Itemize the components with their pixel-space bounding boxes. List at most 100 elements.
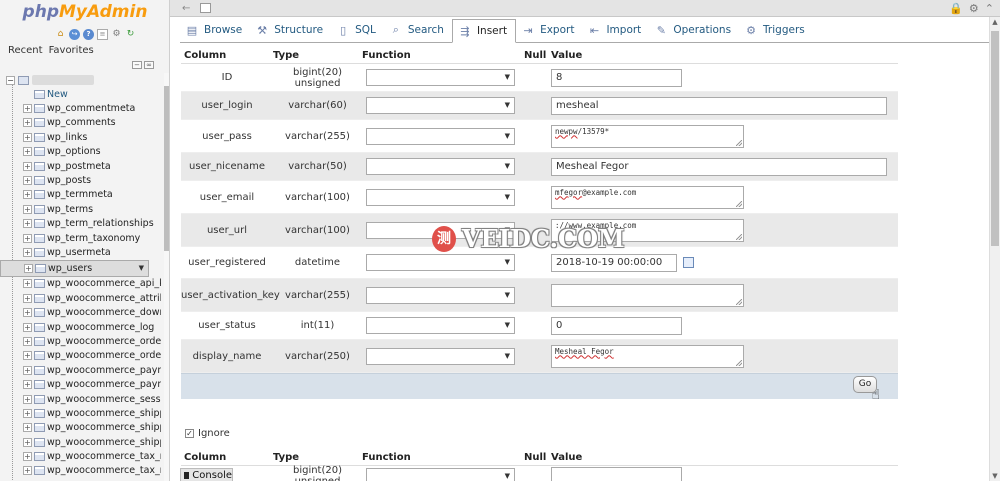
expand-icon[interactable]: + [23,104,32,114]
expand-icon[interactable]: + [23,118,32,128]
tree-item-table[interactable]: + wp_woocommerce_shippir [0,406,164,420]
function-select[interactable] [366,317,515,334]
expand-icon[interactable]: + [23,466,32,476]
tab-export[interactable]: ⇥ Export [516,18,582,42]
expand-icon[interactable]: + [23,161,32,171]
tree-item-table[interactable]: + wp_woocommerce_sessio [0,392,164,406]
expand-icon[interactable]: + [23,394,32,404]
expand-icon[interactable]: + [23,279,32,289]
tree-item-table[interactable]: + wp_woocommerce_payme [0,363,164,377]
tree-item-table[interactable]: +wp_woocommerce_downlo [0,305,164,319]
tree-item-table[interactable]: +wp_woocommerce_attribut [0,291,164,305]
scroll-up-icon[interactable]: ▲ [990,17,1000,27]
main-scrollbar[interactable]: ▲ ▼ [989,17,1000,481]
collapse-all-icon[interactable]: − [132,61,142,69]
tab-triggers[interactable]: ⚙ Triggers [739,18,813,42]
tree-item-table[interactable]: + wp_woocommerce_log [0,320,164,334]
expand-icon[interactable]: + [23,204,32,214]
tree-item-table[interactable]: + wp_woocommerce_shippir [0,435,164,449]
value-input[interactable]: Mesheal Fegor [551,157,887,176]
expand-icon[interactable]: + [23,308,32,318]
function-select[interactable] [366,467,515,481]
link-with-main-icon[interactable]: ∞ [144,61,154,69]
function-select[interactable] [366,127,515,145]
value-input[interactable]: 0 [551,316,682,335]
tree-item-new[interactable]: New [0,87,164,101]
expand-icon[interactable]: + [23,423,32,433]
console-button[interactable]: Console [180,468,233,481]
lock-icon[interactable]: 🔒 [949,2,963,15]
tree-item-table[interactable]: + wp_term_taxonomy [0,231,164,245]
expand-icon[interactable]: + [23,132,32,142]
value-textarea[interactable] [551,283,744,307]
ignore-checkbox[interactable]: ✓ [185,429,194,438]
server-icon[interactable] [200,3,211,13]
value-input[interactable] [551,467,682,481]
tree-item-table[interactable]: + wp_posts [0,173,164,187]
database-node[interactable]: − [0,73,164,87]
main-scrollbar-thumb[interactable] [991,31,999,246]
function-select[interactable] [366,254,515,271]
value-input[interactable]: 8 [551,68,682,87]
help-icon[interactable]: ? [83,29,94,40]
reload-icon[interactable]: ↻ [125,29,136,40]
expand-icon[interactable]: + [23,219,32,229]
expand-icon[interactable]: + [23,147,32,157]
function-select[interactable] [366,158,515,175]
expand-icon[interactable]: + [23,408,32,418]
tree-item-table[interactable]: + wp_woocommerce_api_ke [0,277,164,291]
expand-icon[interactable]: + [23,176,32,186]
tree-item-table[interactable]: + wp_comments [0,116,164,130]
function-select[interactable] [366,188,515,206]
tree-item-table[interactable]: + wp_postmeta [0,159,164,173]
expand-icon[interactable]: + [23,452,32,462]
tab-insert[interactable]: ⇶ Insert [451,19,517,43]
collapse-icon[interactable]: − [6,75,15,85]
tree-item-table[interactable]: + wp_termmeta [0,188,164,202]
docs-icon[interactable]: ≡ [97,29,108,40]
expand-icon[interactable]: + [23,233,32,243]
tab-browse[interactable]: ▤ Browse [180,18,250,42]
collapse-icon[interactable]: ⌃ [985,2,994,15]
tab-search[interactable]: ⌕ Search [384,18,452,42]
nav-scrollbar-thumb[interactable] [164,86,169,251]
value-input[interactable]: mesheal [551,96,887,115]
value-textarea[interactable]: mfegor@example.com [551,185,744,209]
tree-item-table[interactable]: + wp_woocommerce_tax_rat [0,464,164,478]
value-textarea[interactable]: Mesheal Fegor [551,344,744,368]
tab-structure[interactable]: ⚒ Structure [250,18,331,42]
tree-item-table[interactable]: + wp_options [0,145,164,159]
tree-item-table[interactable]: + wp_users [0,259,149,277]
phpmyadmin-logo[interactable]: phpMyAdmin [0,2,169,22]
tree-item-table[interactable]: + wp_links [0,130,164,144]
value-textarea[interactable]: newpw/13579* [551,124,744,148]
expand-icon[interactable]: + [23,293,32,303]
tree-item-table[interactable]: + wp_woocommerce_shippir [0,421,164,435]
tab-sql[interactable]: ▯ SQL [331,18,384,42]
function-select[interactable] [366,347,515,365]
tab-import[interactable]: ⇤ Import [582,18,649,42]
expand-icon[interactable]: + [23,190,32,200]
tree-item-table[interactable]: + wp_usermeta [0,245,164,259]
function-select[interactable] [366,97,515,114]
expand-icon[interactable]: + [23,247,32,257]
expand-icon[interactable]: + [23,322,32,332]
tree-item-table[interactable]: + wp_woocommerce_tax_rat [0,449,164,463]
scroll-down-icon[interactable]: ▼ [990,471,1000,481]
function-select[interactable] [366,69,515,86]
expand-icon[interactable]: + [23,365,32,375]
function-select[interactable] [366,286,515,304]
expand-icon[interactable]: + [23,336,32,346]
tab-operations[interactable]: ✎ Operations [649,18,739,42]
settings-icon[interactable]: ⚙ [969,2,979,15]
tree-item-table[interactable]: + wp_woocommerce_order_ [0,334,164,348]
expand-icon[interactable]: + [23,437,32,447]
tree-item-table[interactable]: + wp_terms [0,202,164,216]
calendar-icon[interactable] [683,256,694,268]
nav-scrollbar[interactable] [164,73,169,481]
recent-tab[interactable]: Recent [8,45,43,56]
favorites-tab[interactable]: Favorites [49,45,94,56]
home-icon[interactable]: ⌂ [55,29,66,40]
expand-icon[interactable]: + [24,263,33,273]
exit-icon[interactable]: ↪ [69,29,80,40]
